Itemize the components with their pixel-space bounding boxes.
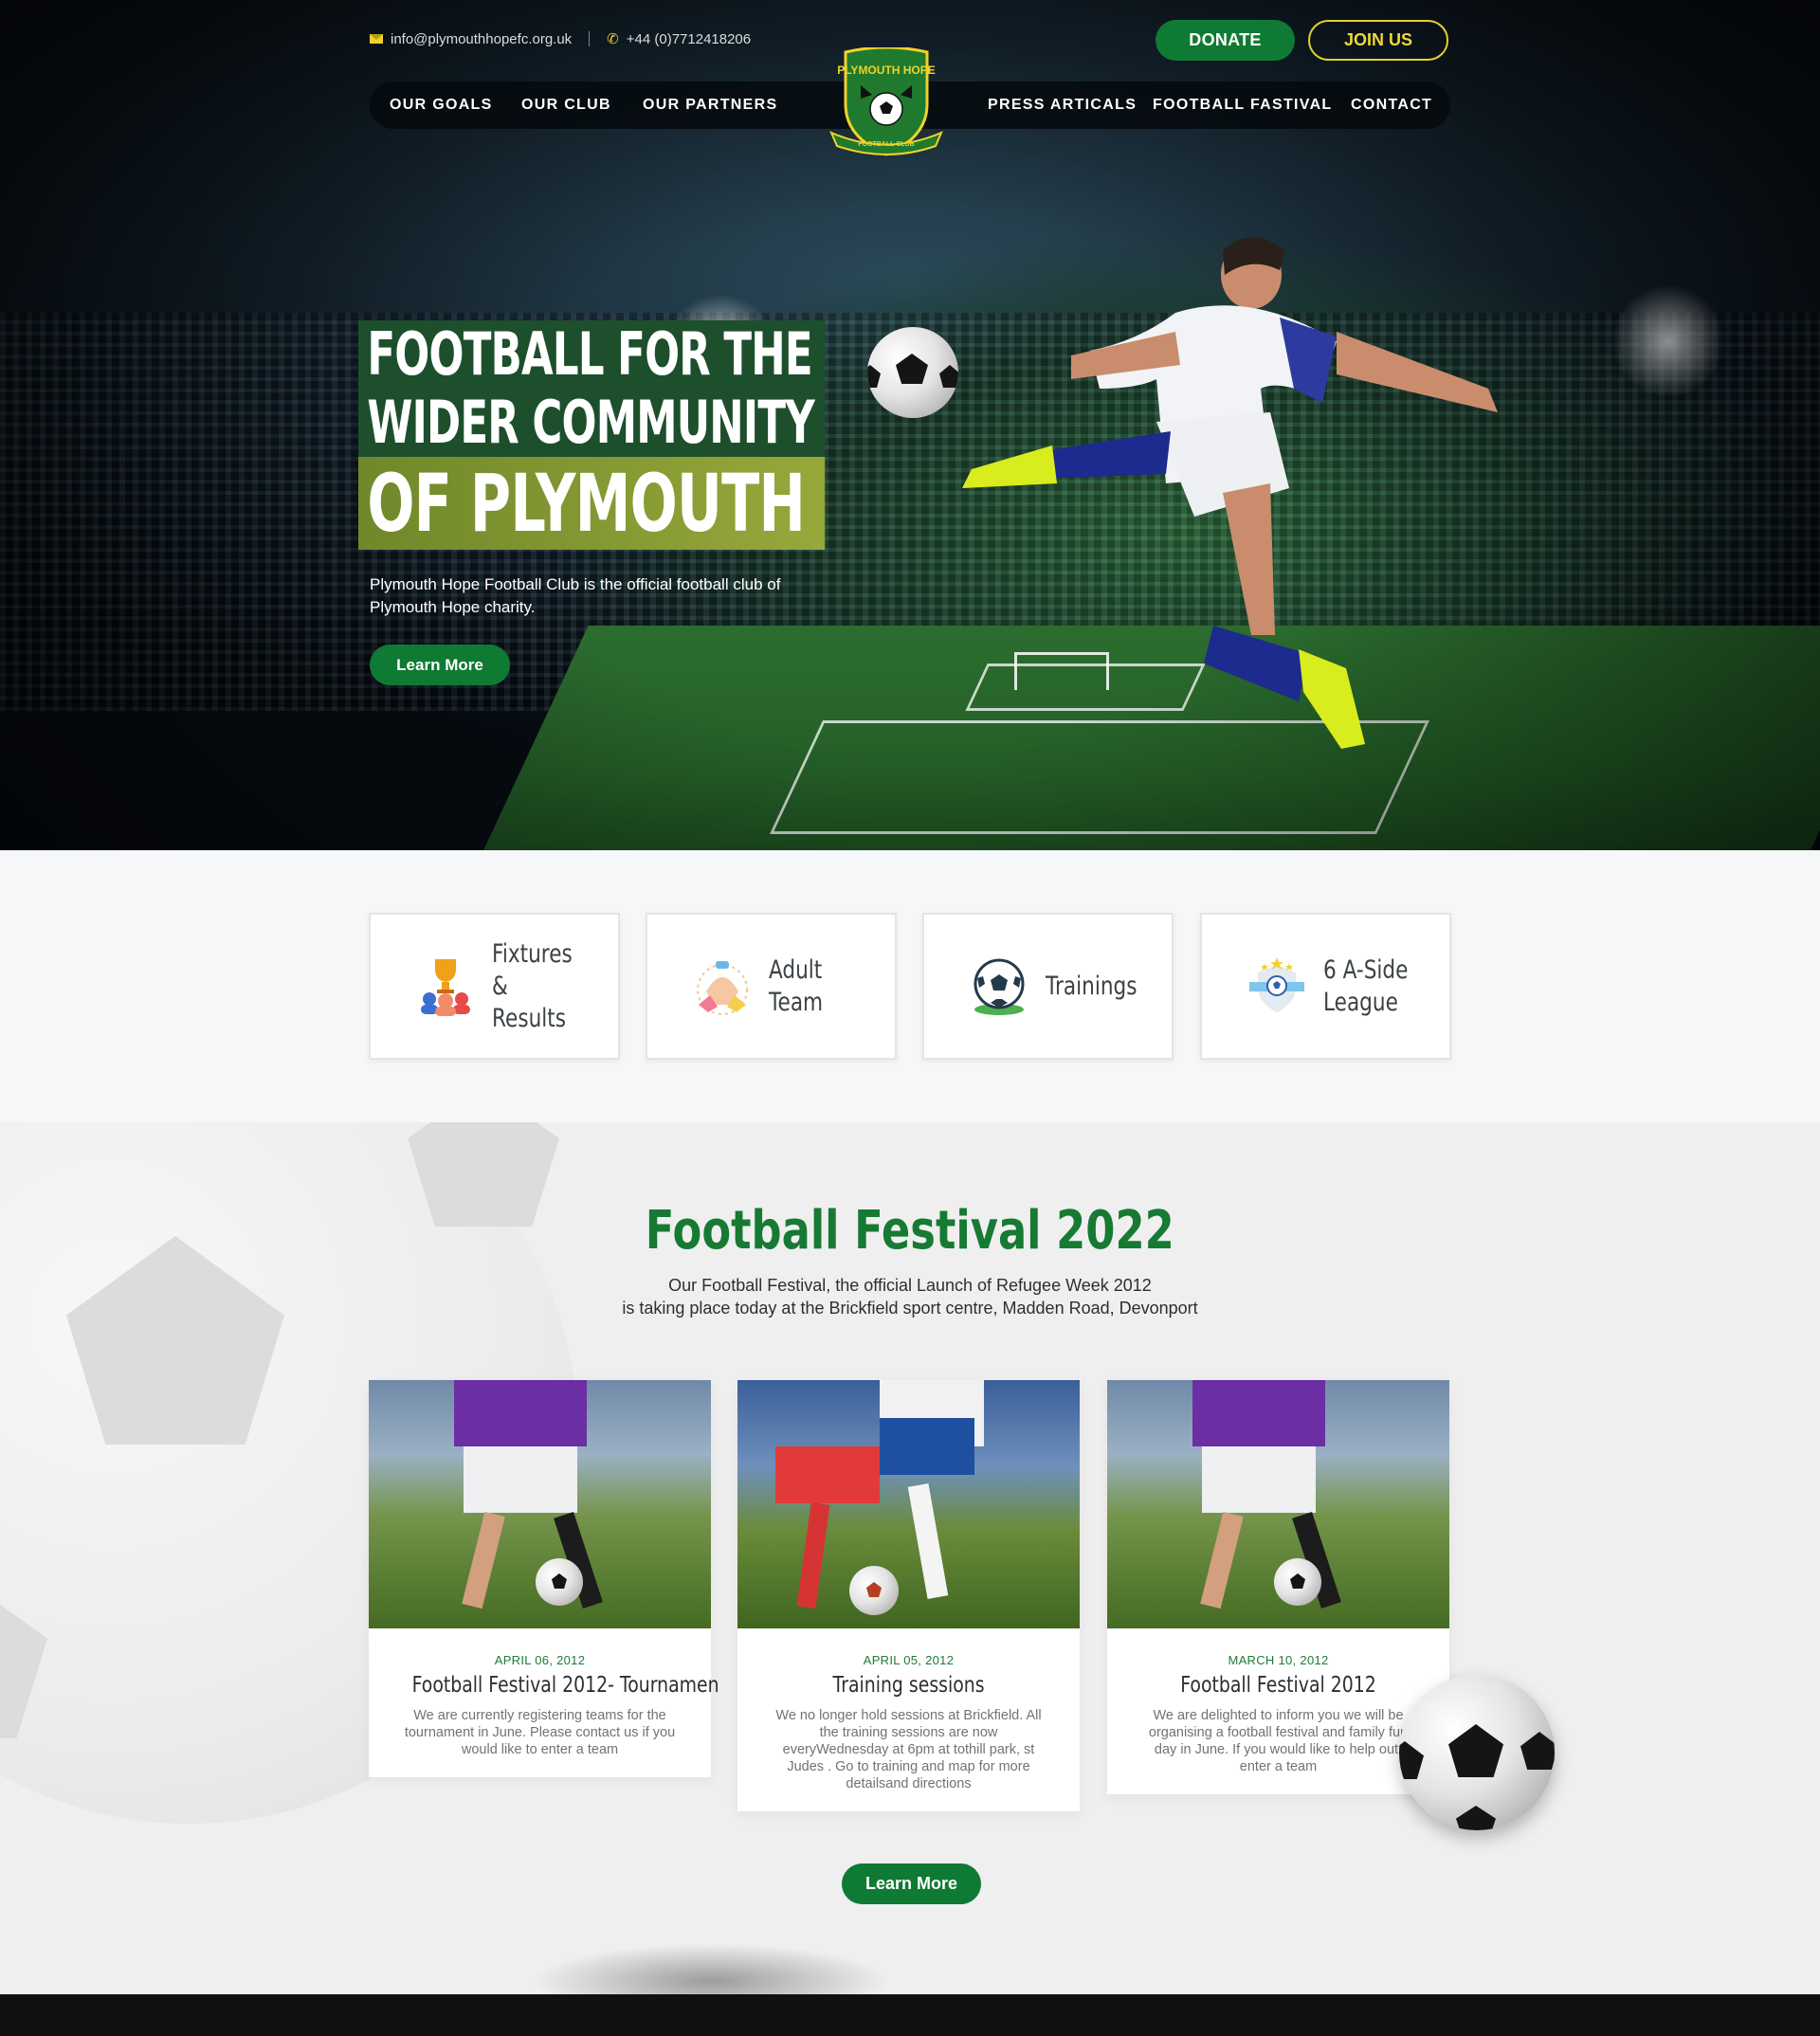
news-card-image [369, 1380, 711, 1628]
festival-section: Football Festival 2022 Our Football Fest… [0, 1122, 1820, 1994]
festival-title: Football Festival 2022 [0, 1200, 1820, 1262]
decorative-ball-image [1399, 1675, 1555, 1830]
news-excerpt: We are delighted to inform you we will b… [1148, 1708, 1409, 1774]
player-image [962, 237, 1498, 749]
phone-text: +44 (0)7712418206 [626, 30, 752, 47]
email-text: info@plymouthhopefc.org.uk [391, 30, 573, 47]
phone-icon: ✆ [607, 31, 619, 47]
email-contact[interactable]: info@plymouthhopefc.org.uk [370, 31, 572, 47]
news-date: APRIL 06, 2012 [494, 1653, 586, 1667]
festival-subtitle-line-1: Our Football Festival, the official Laun… [668, 1276, 1152, 1295]
news-date: APRIL 05, 2012 [863, 1653, 955, 1667]
festival-subtitle-line-2: is taking place today at the Brickfield … [622, 1299, 1198, 1318]
news-excerpt: We are currently registering teams for t… [404, 1708, 676, 1757]
news-card-image [1107, 1380, 1449, 1628]
news-card-body: MARCH 10, 2012 Football Festival 2012 We… [1107, 1628, 1449, 1794]
news-card[interactable]: APRIL 06, 2012 Football Festival 2012- T… [369, 1380, 719, 1777]
news-card-body: APRIL 06, 2012 Football Festival 2012- T… [369, 1628, 719, 1777]
feature-card-trainings[interactable]: Trainings [922, 913, 1174, 1060]
feature-card-6-a-side-league[interactable]: 6 A-Side League [1200, 913, 1451, 1060]
festival-title-text: Football Festival 2022 [645, 1200, 1175, 1262]
nav-item-our-goals[interactable]: OUR GOALS [390, 82, 493, 129]
nav-item-football-fastival[interactable]: FOOTBALL FASTIVAL [1153, 82, 1333, 129]
crest-bottom-text: FOOTBALL CLUB [858, 141, 914, 148]
feature-card-fixtures[interactable]: Fixtures & Results [369, 913, 620, 1060]
headline-line-1: FOOTBALL FOR THE [358, 320, 825, 389]
trophy-team-icon [421, 958, 470, 1016]
mail-icon [370, 34, 383, 44]
feature-label-6-a-side-league: 6 A-Side League [1323, 954, 1409, 1017]
news-date: MARCH 10, 2012 [1228, 1653, 1329, 1667]
hero-section: info@plymouthhopefc.org.uk ✆ +44 (0)7712… [0, 0, 1820, 850]
nav-item-our-partners[interactable]: OUR PARTNERS [643, 82, 777, 129]
nav-item-our-club[interactable]: OUR CLUB [521, 82, 611, 129]
nav-item-contact[interactable]: CONTACT [1351, 82, 1432, 129]
feature-card-adult-team[interactable]: Adult Team [646, 913, 897, 1060]
hero-learn-more-button[interactable]: Learn More [370, 645, 510, 685]
club-crest-logo[interactable]: PLYMOUTH HOPE FOOTBALL CLUB [827, 47, 946, 156]
features-section: Fixtures & Results Adult Team Trainings [0, 850, 1820, 1122]
news-title[interactable]: Training sessions [781, 1673, 1037, 1698]
feature-label-fixtures: Fixtures & Results [492, 938, 573, 1033]
news-title[interactable]: Football Festival 2012 [1151, 1673, 1407, 1698]
festival-subtitle: Our Football Festival, the official Laun… [0, 1274, 1820, 1319]
headline-line-3: OF PLYMOUTH [358, 457, 825, 550]
footer [0, 1994, 1820, 2036]
contact-bar: info@plymouthhopefc.org.uk ✆ +44 (0)7712… [370, 30, 751, 47]
feature-label-trainings: Trainings [1046, 971, 1138, 1001]
news-card[interactable]: APRIL 05, 2012 Training sessions We no l… [737, 1380, 1080, 1811]
phone-contact[interactable]: ✆ +44 (0)7712418206 [607, 30, 752, 48]
headline-line-2: WIDER COMMUNITY [358, 389, 825, 457]
donate-button[interactable]: DONATE [1156, 20, 1295, 61]
news-card-body: APRIL 05, 2012 Training sessions We no l… [737, 1628, 1080, 1811]
festival-learn-more-button[interactable]: Learn More [842, 1863, 981, 1904]
crest-top-text: PLYMOUTH HOPE [837, 64, 936, 77]
news-card[interactable]: MARCH 10, 2012 Football Festival 2012 We… [1107, 1380, 1449, 1794]
league-badge-icon [1249, 956, 1304, 1012]
join-us-button[interactable]: JOIN US [1308, 20, 1448, 61]
soccer-ball-icon [974, 958, 1025, 1015]
news-excerpt: We no longer hold sessions at Brickfield… [775, 1708, 1042, 1791]
hands-together-icon [697, 960, 748, 1015]
feature-label-adult-team: Adult Team [769, 954, 824, 1017]
divider [589, 31, 591, 46]
news-card-image [737, 1380, 1080, 1628]
news-title[interactable]: Football Festival 2012- Tournamen [412, 1673, 719, 1698]
hero-headline: FOOTBALL FOR THE WIDER COMMUNITY OF PLYM… [358, 320, 956, 550]
page: info@plymouthhopefc.org.uk ✆ +44 (0)7712… [0, 0, 1820, 2036]
nav-item-press-articals[interactable]: PRESS ARTICALS [988, 82, 1137, 129]
hero-description: Plymouth Hope Football Club is the offic… [370, 575, 781, 616]
